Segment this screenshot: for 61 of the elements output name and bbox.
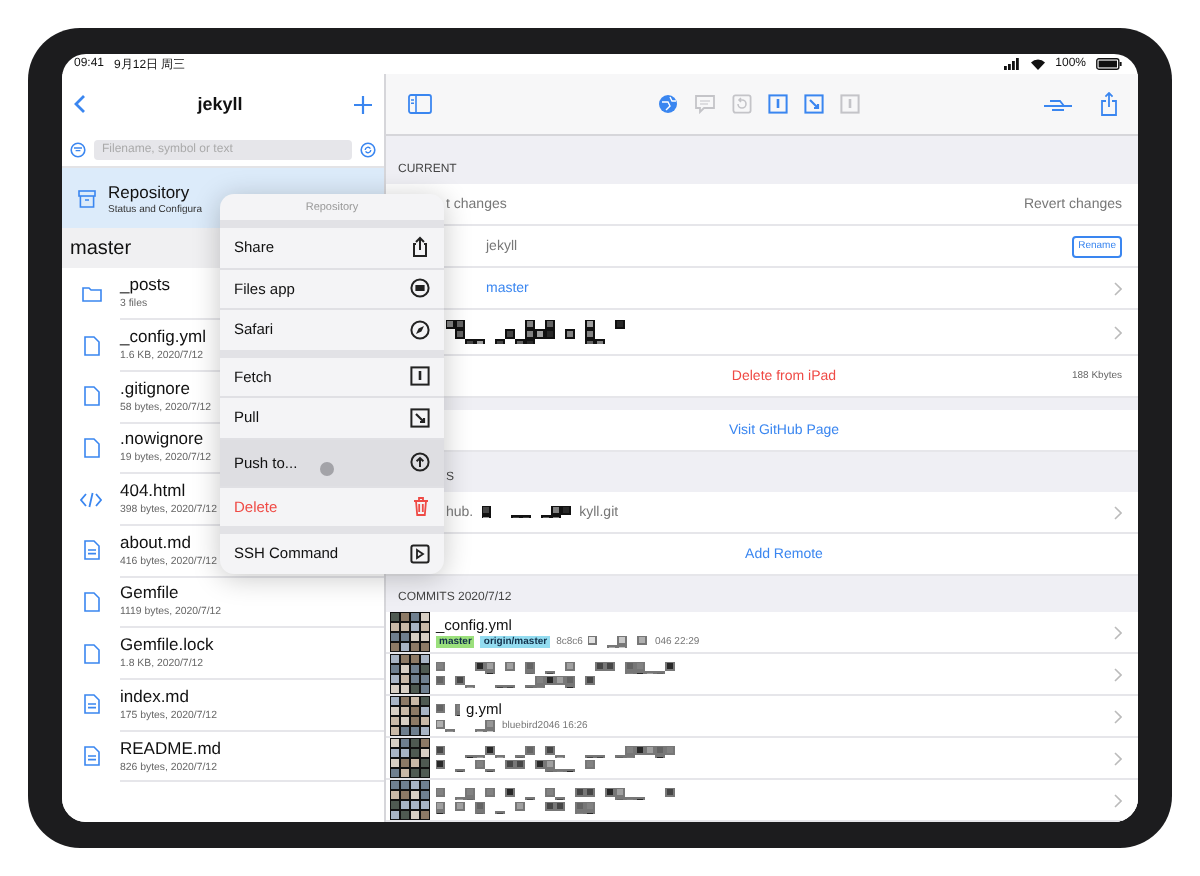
file-name: _config.yml — [120, 326, 206, 347]
terminal-icon — [410, 543, 430, 564]
folder-icon — [81, 285, 101, 302]
file-name: index.md — [120, 685, 189, 706]
battery-icon — [1096, 58, 1122, 70]
folder-circle-icon — [410, 278, 430, 299]
chevron-icon — [1114, 281, 1122, 295]
chevron-icon — [1114, 325, 1122, 339]
redacted-text — [481, 506, 572, 518]
refresh-icon[interactable] — [360, 142, 376, 158]
filter-icon[interactable] — [70, 142, 86, 158]
text-file-icon — [83, 540, 99, 561]
fetch-icon — [410, 366, 430, 387]
branch-heading: master — [70, 237, 132, 259]
chevron-icon — [1114, 793, 1122, 807]
file-name: 404.html — [120, 480, 186, 501]
file-icon — [83, 437, 99, 458]
redacted-text — [436, 720, 496, 732]
archive-icon — [78, 189, 96, 207]
pull-icon[interactable] — [803, 94, 823, 114]
share-icon — [410, 236, 430, 259]
redacted-text — [436, 703, 460, 715]
trash-icon — [412, 496, 430, 517]
text-file-icon — [83, 694, 99, 715]
wifi-icon — [1029, 58, 1046, 70]
commit-row[interactable] — [386, 738, 1138, 780]
fetch-icon[interactable] — [767, 94, 787, 114]
file-icon — [83, 335, 99, 356]
file-name: README.md — [120, 737, 222, 758]
globe-icon[interactable] — [657, 94, 677, 114]
file-name: _posts — [120, 274, 171, 295]
add-icon[interactable] — [354, 95, 372, 113]
commit-row[interactable] — [386, 780, 1138, 822]
file-name: .gitignore — [120, 377, 190, 398]
sidebar-toggle-icon[interactable] — [408, 94, 432, 114]
chevron-icon — [1114, 751, 1122, 765]
chevron-icon — [1114, 505, 1122, 519]
upload-circle-icon — [410, 452, 430, 472]
file-name: Gemfile.lock — [120, 634, 214, 655]
touch-indicator — [320, 461, 334, 475]
chevron-icon — [1114, 667, 1122, 681]
file-name: Gemfile — [120, 582, 179, 603]
branch-graph-icon[interactable] — [1044, 97, 1072, 111]
file-name: about.md — [120, 531, 191, 552]
text-file-icon — [83, 746, 99, 767]
file-icon — [83, 386, 99, 407]
commit-row[interactable] — [386, 654, 1138, 696]
chevron-icon — [1114, 709, 1122, 723]
repository-title: Repository — [108, 181, 190, 201]
chevron-icon — [1114, 625, 1122, 639]
back-icon[interactable] — [74, 94, 86, 114]
share-icon[interactable] — [1100, 92, 1118, 116]
file-icon — [83, 591, 99, 612]
code-icon — [80, 491, 102, 508]
compass-icon — [410, 319, 430, 340]
file-icon — [83, 643, 99, 664]
signal-icon — [1003, 58, 1020, 70]
window-title: jekyll — [195, 94, 245, 114]
pull-icon — [410, 407, 430, 428]
file-name: .nowignore — [120, 428, 204, 449]
redacted-text — [588, 636, 649, 648]
